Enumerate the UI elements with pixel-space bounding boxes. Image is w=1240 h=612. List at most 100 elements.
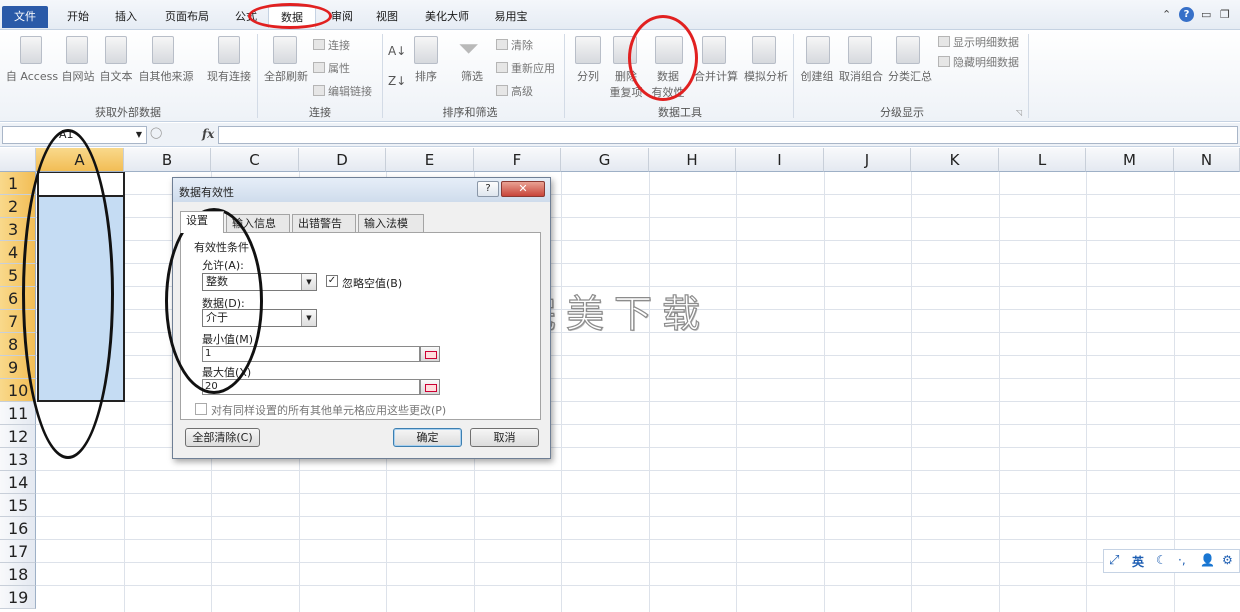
row-header-1[interactable]: 1 bbox=[0, 172, 36, 195]
hide-detail-button[interactable]: 隐藏明细数据 bbox=[938, 54, 1019, 70]
row-header-14[interactable]: 14 bbox=[0, 471, 36, 494]
gear-icon[interactable]: ⚙ bbox=[1222, 553, 1233, 567]
ime-language-toggle[interactable]: 英 bbox=[1132, 553, 1144, 570]
row-header-2[interactable]: 2 bbox=[0, 195, 36, 218]
row-header-11[interactable]: 11 bbox=[0, 402, 36, 425]
column-header-b[interactable]: B bbox=[124, 148, 211, 172]
ungroup-button[interactable]: 取消组合 bbox=[837, 68, 885, 84]
group-button[interactable]: 创建组 bbox=[797, 68, 837, 84]
row-header-10[interactable]: 10 bbox=[0, 379, 36, 402]
chevron-down-icon[interactable]: ▼ bbox=[301, 274, 316, 290]
row-header-6[interactable]: 6 bbox=[0, 287, 36, 310]
select-all-corner[interactable] bbox=[0, 148, 36, 172]
row-header-9[interactable]: 9 bbox=[0, 356, 36, 379]
tab-formulas[interactable]: 公式 bbox=[226, 6, 266, 28]
dialog-help-button[interactable]: ? bbox=[477, 181, 499, 197]
column-header-f[interactable]: F bbox=[474, 148, 561, 172]
dialog-close-button[interactable]: ✕ bbox=[501, 181, 545, 197]
row-header-8[interactable]: 8 bbox=[0, 333, 36, 356]
row-header-18[interactable]: 18 bbox=[0, 563, 36, 586]
data-validation-button[interactable]: 数据 有效性 bbox=[645, 68, 691, 100]
row-header-7[interactable]: 7 bbox=[0, 310, 36, 333]
column-header-n[interactable]: N bbox=[1174, 148, 1240, 172]
tab-beautify-master[interactable]: 美化大师 bbox=[418, 6, 476, 28]
row-header-5[interactable]: 5 bbox=[0, 264, 36, 287]
row-header-3[interactable]: 3 bbox=[0, 218, 36, 241]
clear-all-button[interactable]: 全部清除(C) bbox=[185, 428, 260, 447]
sort-ascending-icon[interactable]: A↓ bbox=[388, 44, 406, 58]
tab-home[interactable]: 开始 bbox=[58, 6, 98, 28]
column-header-d[interactable]: D bbox=[299, 148, 386, 172]
edit-links-button[interactable]: 编辑链接 bbox=[313, 83, 372, 99]
sort-descending-icon[interactable]: Z↓ bbox=[388, 74, 406, 88]
column-header-e[interactable]: E bbox=[386, 148, 474, 172]
column-header-c[interactable]: C bbox=[211, 148, 299, 172]
subtotal-button[interactable]: 分类汇总 bbox=[886, 68, 934, 84]
selected-range[interactable] bbox=[37, 195, 125, 402]
range-select-icon[interactable] bbox=[420, 379, 440, 395]
what-if-analysis-button[interactable]: 模拟分析 bbox=[742, 68, 790, 84]
user-icon[interactable]: 👤 bbox=[1200, 553, 1215, 567]
column-header-g[interactable]: G bbox=[561, 148, 649, 172]
from-other-sources-button[interactable]: 自其他来源 bbox=[136, 68, 196, 84]
column-header-h[interactable]: H bbox=[649, 148, 736, 172]
tab-data[interactable]: 数据 bbox=[268, 6, 316, 28]
dialog-launcher-icon[interactable]: ◹ bbox=[1016, 108, 1022, 117]
apply-all-checkbox[interactable] bbox=[195, 403, 207, 415]
tab-view[interactable]: 视图 bbox=[367, 6, 407, 28]
tab-error-alert[interactable]: 出错警告 bbox=[292, 214, 356, 232]
row-header-15[interactable]: 15 bbox=[0, 494, 36, 517]
row-header-19[interactable]: 19 bbox=[0, 586, 36, 609]
filter-button[interactable]: 筛选 bbox=[454, 68, 490, 84]
ribbon-minimize-icon[interactable]: ⌃ bbox=[1162, 8, 1171, 21]
tab-page-layout[interactable]: 页面布局 bbox=[155, 6, 219, 28]
window-minimize-icon[interactable]: ▭ bbox=[1201, 8, 1211, 21]
column-header-k[interactable]: K bbox=[911, 148, 999, 172]
max-value-input[interactable]: 20 bbox=[202, 379, 420, 395]
row-header-12[interactable]: 12 bbox=[0, 425, 36, 448]
sort-button[interactable]: 排序 bbox=[408, 68, 444, 84]
data-select[interactable]: 介于 ▼ bbox=[202, 309, 317, 327]
tab-settings[interactable]: 设置 bbox=[180, 211, 224, 233]
tab-ime-mode[interactable]: 输入法模式 bbox=[358, 214, 424, 247]
formula-input[interactable] bbox=[218, 126, 1238, 144]
existing-connections-button[interactable]: 现有连接 bbox=[203, 68, 255, 84]
row-header-4[interactable]: 4 bbox=[0, 241, 36, 264]
insert-function-icon[interactable]: fx bbox=[202, 127, 214, 141]
tab-file[interactable]: 文件 bbox=[2, 6, 48, 28]
tab-insert[interactable]: 插入 bbox=[106, 6, 146, 28]
column-header-m[interactable]: M bbox=[1086, 148, 1174, 172]
ignore-blank-checkbox[interactable]: ✓ bbox=[326, 275, 338, 287]
row-header-17[interactable]: 17 bbox=[0, 540, 36, 563]
chevron-down-icon[interactable]: ▼ bbox=[136, 127, 142, 143]
tab-review[interactable]: 审阅 bbox=[322, 6, 362, 28]
text-to-columns-button[interactable]: 分列 bbox=[570, 68, 606, 84]
chevron-down-icon[interactable]: ▼ bbox=[301, 310, 316, 326]
cancel-button[interactable]: 取消 bbox=[470, 428, 539, 447]
row-header-16[interactable]: 16 bbox=[0, 517, 36, 540]
tab-easy-tools[interactable]: 易用宝 bbox=[486, 6, 536, 28]
window-restore-icon[interactable]: ❐ bbox=[1220, 8, 1230, 21]
row-header-13[interactable]: 13 bbox=[0, 448, 36, 471]
help-icon[interactable]: ? bbox=[1179, 7, 1194, 22]
range-select-icon[interactable] bbox=[420, 346, 440, 362]
allow-select[interactable]: 整数 ▼ bbox=[202, 273, 317, 291]
from-text-button[interactable]: 自文本 bbox=[98, 68, 134, 84]
column-header-a[interactable]: A bbox=[36, 148, 124, 172]
ime-menu-icon[interactable]: ⤢ bbox=[1109, 553, 1119, 568]
from-access-button[interactable]: 自 Access bbox=[4, 68, 60, 84]
reapply-button[interactable]: 重新应用 bbox=[496, 60, 555, 76]
dialog-titlebar[interactable]: 数据有效性 ? ✕ bbox=[173, 178, 550, 202]
clear-filter-button[interactable]: 清除 bbox=[496, 37, 533, 53]
punctuation-icon[interactable]: ·, bbox=[1178, 553, 1186, 567]
min-value-input[interactable]: 1 bbox=[202, 346, 420, 362]
show-detail-button[interactable]: 显示明细数据 bbox=[938, 34, 1019, 50]
expand-icon[interactable]: ◯ bbox=[150, 126, 162, 139]
column-header-j[interactable]: J bbox=[824, 148, 911, 172]
properties-button[interactable]: 属性 bbox=[313, 60, 350, 76]
connections-button[interactable]: 连接 bbox=[313, 37, 350, 53]
remove-duplicates-button[interactable]: 删除 重复项 bbox=[606, 68, 646, 100]
name-box[interactable]: A1 ▼ bbox=[2, 126, 147, 144]
column-header-i[interactable]: I bbox=[736, 148, 824, 172]
tab-input-message[interactable]: 输入信息 bbox=[226, 214, 290, 232]
